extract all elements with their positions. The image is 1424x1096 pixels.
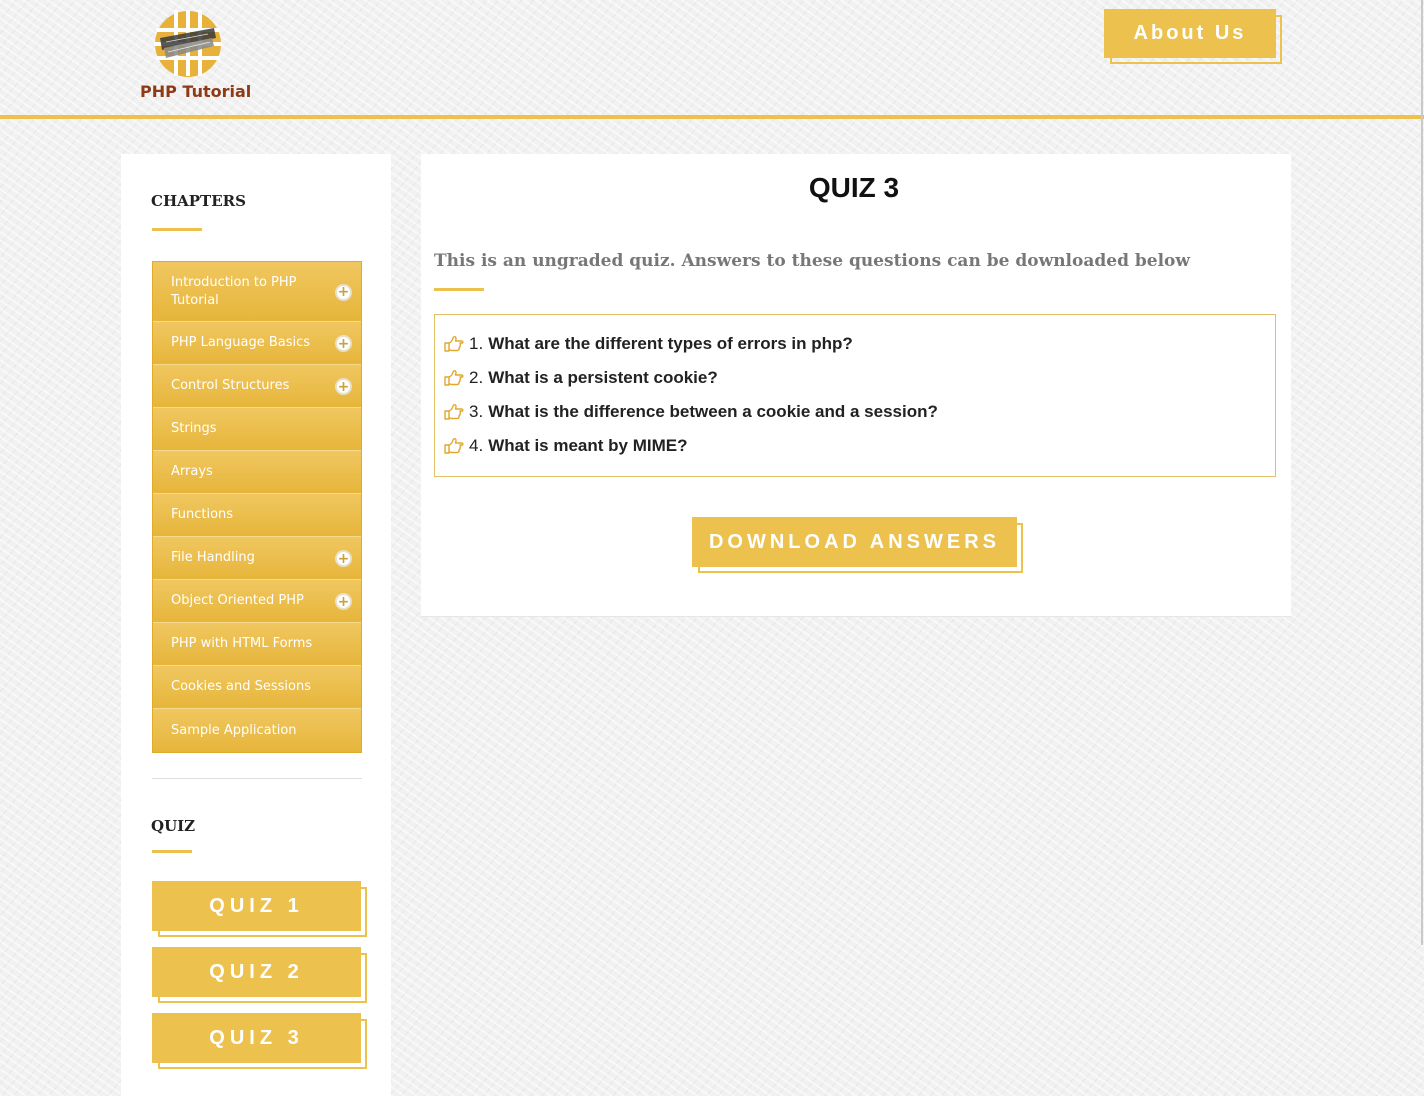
chapter-item-language-basics[interactable]: PHP Language Basics + bbox=[153, 322, 361, 365]
chapter-item-functions[interactable]: Functions bbox=[153, 494, 361, 537]
chapter-item-file-handling[interactable]: File Handling + bbox=[153, 537, 361, 580]
expand-plus-icon[interactable]: + bbox=[335, 283, 352, 301]
hand-pointing-right-icon bbox=[444, 369, 464, 386]
quiz-underline bbox=[152, 850, 192, 853]
logo-text: PHP Tutorial bbox=[140, 82, 252, 101]
sidebar: CHAPTERS Introduction to PHP Tutorial + … bbox=[121, 154, 391, 1096]
question-number: 1. bbox=[469, 334, 484, 353]
chapter-item-label: Sample Application bbox=[171, 722, 297, 738]
about-us-button[interactable]: About Us bbox=[1104, 9, 1282, 64]
globe-logo-icon bbox=[154, 10, 222, 77]
question-item: 2. What is a persistent cookie? bbox=[444, 361, 1275, 395]
question-text: What are the different types of errors i… bbox=[488, 334, 853, 353]
hand-pointing-right-icon bbox=[444, 335, 464, 352]
chapter-item-label: PHP with HTML Forms bbox=[171, 636, 313, 651]
chapter-item-strings[interactable]: Strings bbox=[153, 408, 361, 451]
expand-plus-icon[interactable]: + bbox=[335, 593, 352, 610]
question-number: 4. bbox=[469, 436, 484, 455]
chapter-item-object-oriented[interactable]: Object Oriented PHP + bbox=[153, 580, 361, 623]
scrollbar[interactable] bbox=[1421, 0, 1423, 945]
chapter-item-label: File Handling bbox=[171, 550, 255, 565]
chapter-item-introduction[interactable]: Introduction to PHP Tutorial + bbox=[153, 262, 361, 322]
quiz-2-button[interactable]: QUIZ 2 bbox=[152, 947, 367, 1003]
question-text: What is the difference between a cookie … bbox=[488, 402, 938, 421]
chapters-underline bbox=[152, 228, 202, 231]
sidebar-divider bbox=[152, 778, 362, 779]
expand-plus-icon[interactable]: + bbox=[335, 335, 352, 352]
question-text: What is a persistent cookie? bbox=[488, 368, 718, 387]
chapter-item-control-structures[interactable]: Control Structures + bbox=[153, 365, 361, 408]
chapter-item-label: Functions bbox=[171, 507, 234, 522]
chapter-menu: Introduction to PHP Tutorial + PHP Langu… bbox=[152, 261, 362, 753]
chapter-item-label: Arrays bbox=[171, 464, 213, 479]
chapters-heading: CHAPTERS bbox=[151, 192, 246, 210]
quiz-intro-text: This is an ungraded quiz. Answers to the… bbox=[434, 251, 1191, 271]
chapter-item-cookies-sessions[interactable]: Cookies and Sessions bbox=[153, 666, 361, 709]
question-text: What is meant by MIME? bbox=[488, 436, 688, 455]
expand-plus-icon[interactable]: + bbox=[335, 550, 352, 567]
page-title: QUIZ 3 bbox=[808, 172, 900, 203]
chapter-item-label: Control Structures bbox=[171, 378, 290, 393]
quiz-3-button[interactable]: QUIZ 3 bbox=[152, 1013, 367, 1069]
chapter-item-label: Strings bbox=[171, 421, 217, 436]
question-number: 3. bbox=[469, 402, 484, 421]
quiz-panel: QUIZ 3 This is an ungraded quiz. Answers… bbox=[421, 154, 1291, 617]
quiz-heading: QUIZ bbox=[151, 817, 196, 835]
question-list: 1. What are the different types of error… bbox=[434, 314, 1276, 477]
question-item: 3. What is the difference between a cook… bbox=[444, 395, 1275, 429]
question-number: 2. bbox=[469, 368, 484, 387]
download-answers-button[interactable]: DOWNLOAD ANSWERS bbox=[692, 517, 1023, 573]
chapter-item-label: PHP Language Basics bbox=[171, 335, 311, 350]
quiz-1-button[interactable]: QUIZ 1 bbox=[152, 881, 367, 937]
chapter-item-html-forms[interactable]: PHP with HTML Forms bbox=[153, 623, 361, 666]
chapter-item-label: Object Oriented PHP bbox=[171, 593, 304, 608]
chapter-item-sample-application[interactable]: Sample Application bbox=[153, 709, 361, 752]
hand-pointing-right-icon bbox=[444, 437, 464, 454]
chapter-item-arrays[interactable]: Arrays bbox=[153, 451, 361, 494]
chapter-item-label: Introduction to PHP Tutorial bbox=[171, 274, 297, 308]
site-header: PHP Tutorial About Us bbox=[0, 0, 1424, 119]
question-item: 1. What are the different types of error… bbox=[444, 327, 1275, 361]
question-item: 4. What is meant by MIME? bbox=[444, 429, 1275, 463]
expand-plus-icon[interactable]: + bbox=[335, 378, 352, 395]
intro-underline bbox=[434, 288, 484, 291]
chapter-item-label: Cookies and Sessions bbox=[171, 679, 311, 694]
site-logo[interactable]: PHP Tutorial bbox=[140, 8, 260, 104]
hand-pointing-right-icon bbox=[444, 403, 464, 420]
